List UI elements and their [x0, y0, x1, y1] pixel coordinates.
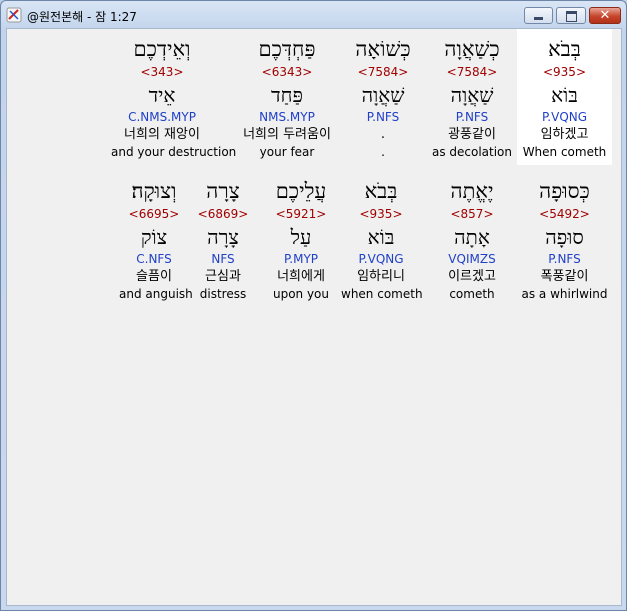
interlinear-panel[interactable]: בְּבֹא <935> בּוֹא P.VQNG 임하겠고 When cometh כְש… — [6, 28, 622, 606]
parsing-code: P.NFS — [366, 110, 400, 124]
lexeme: אָתָה — [454, 225, 490, 249]
app-window: @원전본해 - 잠 1:27 ✕ בְּבֹא <935> בּוֹא P.VQNG 임… — [0, 0, 627, 611]
strong-number[interactable]: <7584> — [341, 64, 425, 80]
korean-gloss: 슬픔이 — [136, 269, 172, 284]
parsing-code: P.NFS — [455, 110, 489, 124]
strong-number[interactable]: <6695> — [119, 206, 189, 222]
hebrew-word: פַּחְדְּכֶם — [258, 37, 316, 61]
korean-gloss: 광풍같이 — [448, 127, 496, 142]
maximize-icon — [566, 11, 577, 22]
parsing-code: C.NMS.MYP — [128, 110, 196, 124]
parsing-code: P.VQNG — [541, 110, 588, 124]
lexeme: צוֹק — [140, 225, 168, 249]
word-cell[interactable]: כְשַׁאֲוָה <7584> שַׁאֲוָה P.NFS 광풍같이 as deco… — [427, 29, 517, 163]
korean-gloss: 너희의 두려움이 — [243, 127, 331, 142]
korean-gloss: 임하리니 — [357, 269, 405, 284]
lexeme: עַל — [290, 225, 312, 249]
english-gloss: cometh — [449, 287, 495, 301]
parsing-code: P.VQNG — [358, 252, 404, 266]
word-cell[interactable]: צָרָה <6869> צָרָה NFS 근심과 distress — [192, 171, 254, 305]
lexeme: צָרָה — [207, 225, 239, 249]
lexeme: סוּפָה — [545, 225, 584, 249]
hebrew-word: עֲלֵיכֶם — [275, 179, 327, 203]
english-gloss: and anguish — [119, 287, 193, 301]
minimize-button[interactable] — [524, 7, 553, 24]
word-cell[interactable]: פַּחְדְּכֶם <6343> פַּחַד NMS.MYP 너희의 두려움이 yo… — [232, 29, 342, 163]
bible-app-icon[interactable] — [6, 7, 22, 23]
hebrew-word: בְּבֹא — [548, 37, 581, 61]
korean-gloss: 근심과 — [205, 269, 241, 284]
korean-gloss: 이르겠고 — [448, 269, 496, 284]
hebrew-word: כְּסוּפָה — [539, 179, 590, 203]
strong-number[interactable]: <935> — [517, 64, 612, 80]
strong-number[interactable]: <6343> — [232, 64, 342, 80]
close-button[interactable]: ✕ — [589, 7, 621, 24]
strong-number[interactable]: <6869> — [192, 206, 254, 222]
strong-number[interactable]: <7584> — [427, 64, 517, 80]
lexeme: בּוֹא — [551, 83, 578, 107]
parsing-code: VQIMZS — [448, 252, 496, 266]
english-gloss: distress — [199, 287, 247, 301]
parsing-code: NFS — [211, 252, 235, 266]
minimize-icon — [534, 17, 543, 20]
word-cell[interactable]: כְּסוּפָה <5492> סוּפָה P.NFS 폭풍같이 as a whirl… — [517, 171, 612, 305]
korean-gloss: 임하겠고 — [540, 127, 589, 142]
word-cell[interactable]: בְּבֹא <935> בּוֹא P.VQNG 임하겠고 When cometh — [517, 29, 612, 165]
window-title: @원전본해 - 잠 1:27 — [27, 10, 137, 24]
hebrew-word: וְאֵידְכֶם — [133, 37, 191, 61]
hebrew-word: יֶאֱתֶה — [450, 179, 494, 203]
word-cell[interactable]: וְאֵידְכֶם <343> אֵיד C.NMS.MYP 너희의 재앙이 and y… — [111, 29, 237, 163]
hebrew-word: בְּבֹא — [364, 179, 398, 203]
maximize-button[interactable] — [556, 7, 586, 24]
english-gloss: your fear — [259, 145, 315, 159]
lexeme: פַּחַד — [271, 83, 303, 107]
lexeme: שַׁאֲוָה — [450, 83, 494, 107]
strong-number[interactable]: <5492> — [517, 206, 612, 222]
hebrew-word: צָרָה — [206, 179, 240, 203]
hebrew-word: כְשַׁאֲוָה — [444, 37, 500, 61]
english-gloss: . — [381, 145, 385, 159]
word-cell[interactable]: כְּשׁוֹאָה <7584> שַׁאֲוָה P.NFS.. — [341, 29, 425, 163]
english-gloss: and your destruction — [111, 145, 237, 159]
strong-number[interactable]: <857> — [427, 206, 517, 222]
parsing-code: C.NFS — [136, 252, 172, 266]
korean-gloss: 폭풍같이 — [540, 269, 589, 284]
lexeme: שַׁאֲוָה — [361, 83, 405, 107]
strong-number[interactable]: <343> — [111, 64, 213, 80]
english-gloss: When cometh — [522, 145, 607, 159]
english-gloss: as a whirlwind — [521, 287, 608, 301]
hebrew-word: וְצוּקָה׃ — [131, 179, 177, 203]
parsing-code: NMS.MYP — [259, 110, 315, 124]
parsing-code: P.NFS — [548, 252, 581, 266]
strong-number[interactable]: <5921> — [262, 206, 340, 222]
word-cell[interactable]: וְצוּקָה׃ <6695> צוֹק C.NFS 슬픔이 and anguish — [119, 171, 193, 305]
korean-gloss: 너희의 재앙이 — [124, 127, 200, 142]
korean-gloss: 너희에게 — [277, 269, 325, 284]
strong-number[interactable]: <935> — [341, 206, 421, 222]
word-cell[interactable]: עֲלֵיכֶם <5921> עַל P.MYP 너희에게 upon you — [262, 171, 340, 305]
word-cell[interactable]: יֶאֱתֶה <857> אָתָה VQIMZS 이르겠고 cometh — [427, 171, 517, 305]
korean-gloss: . — [380, 127, 386, 142]
parsing-code: P.MYP — [283, 252, 319, 266]
english-gloss: when cometh — [341, 287, 423, 301]
lexeme: בּוֹא — [367, 225, 395, 249]
english-gloss: as decolation — [431, 145, 513, 159]
hebrew-word: כְּשׁוֹאָה — [355, 37, 411, 61]
word-cell[interactable]: בְּבֹא <935> בּוֹא P.VQNG 임하리니 when cometh — [341, 171, 423, 305]
title-bar[interactable]: @원전본해 - 잠 1:27 ✕ — [1, 1, 626, 29]
close-icon: ✕ — [599, 8, 611, 23]
english-gloss: upon you — [272, 287, 330, 301]
lexeme: אֵיד — [148, 83, 176, 107]
